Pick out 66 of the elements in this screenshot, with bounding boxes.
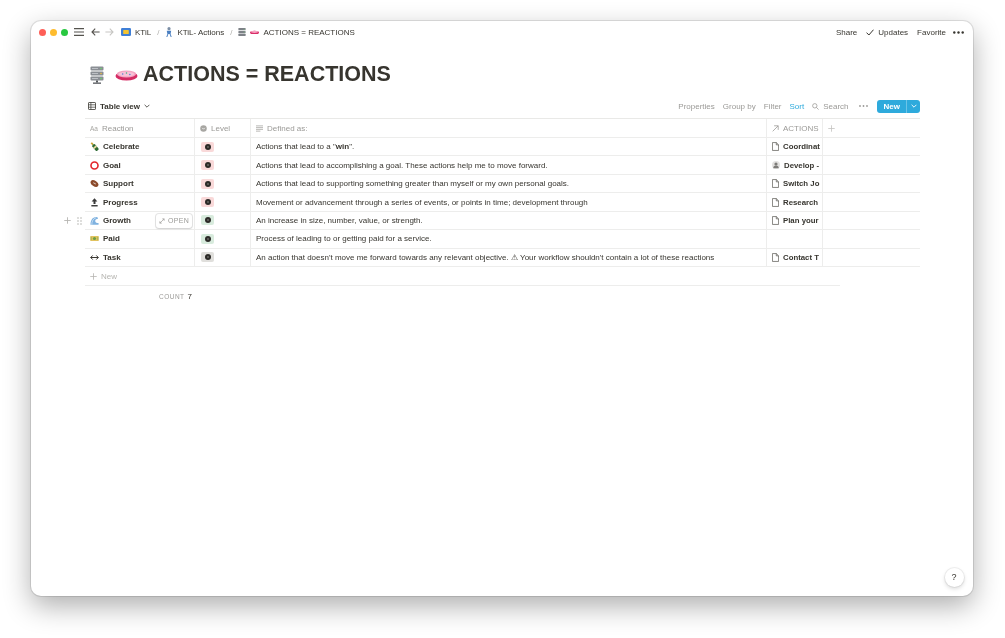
table-icon (88, 102, 96, 110)
server-icon (238, 27, 247, 37)
definition-text: Actions that lead to a "win". (256, 142, 355, 152)
reaction-name: Goal (103, 160, 121, 170)
close-window-icon[interactable] (38, 28, 46, 36)
ring-icon (90, 160, 99, 170)
caret-icon (143, 104, 150, 108)
football-icon (90, 179, 99, 189)
reaction-name: Progress (103, 197, 138, 207)
table-row[interactable]: Paid Process of leading to or getting paid for a service. (85, 230, 920, 249)
server-icon[interactable] (88, 66, 106, 84)
add-row-icon[interactable] (64, 216, 71, 224)
topbar-button[interactable]: Updates (866, 27, 909, 37)
definition-text: An increase in size, number, value, or strength. (256, 215, 423, 225)
bottle-icon (90, 142, 99, 152)
breadcrumb-separator: / (230, 27, 233, 37)
definition-text: Movement or advancement through a series of events, or points in time; development through (256, 197, 588, 207)
topbar-button[interactable]: Share (835, 27, 858, 37)
select-type-icon (200, 124, 207, 132)
view-selector-button[interactable]: Table view (88, 101, 150, 111)
plus-icon (90, 272, 97, 280)
reaction-name: Celebrate (103, 142, 140, 152)
definition-text: An action that doesn't move me forward towards any relevant objective. ⚠ Your workflow shouldn't contain a lot of these reactions (256, 252, 715, 262)
page-icon (772, 142, 779, 152)
search-icon (812, 102, 820, 110)
page-icon (772, 215, 779, 225)
check-icon (866, 28, 875, 36)
breadcrumb-link[interactable]: ACTIONS = REACTIONS (238, 27, 355, 37)
dish-icon (250, 29, 260, 35)
avatar-icon (772, 161, 780, 170)
breadcrumb-separator: / (157, 27, 160, 37)
breadcrumb-link[interactable]: KTiL- Actions (165, 27, 225, 37)
help-button[interactable]: ? (944, 567, 964, 587)
zoom-window-icon[interactable] (60, 28, 68, 36)
page-title: ACTIONS = REACTIONS (143, 64, 391, 86)
person-icon (165, 27, 174, 37)
definition-text: Actions that lead to accomplishing a goal. These actions help me to move forward. (256, 160, 548, 170)
drag-handle-icon[interactable] (77, 216, 82, 225)
minimize-window-icon[interactable] (49, 28, 57, 36)
page-icon (772, 197, 779, 207)
wave-icon (90, 215, 99, 225)
card-icon (121, 28, 131, 36)
definition-text: Process of leading to or getting paid for a service. (256, 234, 432, 244)
banknote-icon (90, 234, 99, 244)
page-icon (772, 252, 779, 262)
page-icon (772, 179, 779, 189)
caret-icon (910, 104, 917, 108)
new-options-button[interactable] (906, 99, 920, 113)
reaction-name: Growth (103, 215, 131, 225)
more-icon[interactable] (953, 30, 964, 34)
up-arrow-icon (90, 197, 99, 207)
menu-icon[interactable] (74, 28, 84, 36)
definition-text: Actions that lead to supporting something greater than myself or my own personal goals. (256, 179, 570, 189)
reaction-name: Task (103, 252, 121, 262)
reaction-name: Support (103, 179, 134, 189)
expand-icon (159, 217, 166, 224)
back-arrow-icon[interactable] (91, 28, 100, 36)
count-value: 7 (187, 291, 192, 301)
lines-icon (256, 124, 263, 132)
left-right-arrow-icon (90, 252, 99, 262)
dish-icon (115, 69, 138, 81)
breadcrumb-link[interactable]: KTiL (121, 27, 152, 37)
topbar-button[interactable]: Favorite (917, 27, 946, 37)
reaction-name: Paid (103, 234, 120, 244)
diagonal-arrow-icon (772, 124, 779, 132)
add-column-icon[interactable] (828, 124, 835, 132)
